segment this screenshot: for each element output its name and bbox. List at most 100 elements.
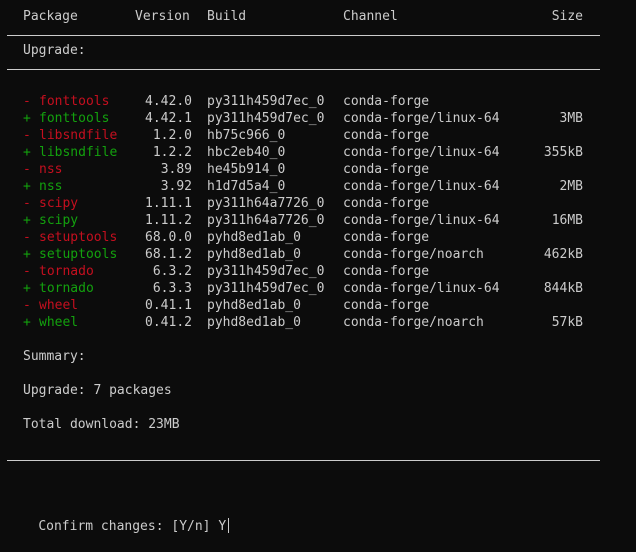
table-row: - libsndfile 1.2.0 hb75c966_0 conda-forge [0,127,636,144]
row-channel: conda-forge [343,264,430,279]
row-version: 1.2.0 [152,128,192,143]
summary-rule [7,460,600,461]
row-package-name: wheel [39,315,79,330]
row-size: 2MB [559,179,583,194]
row-build: py311h459d7ec_0 [207,281,325,296]
row-version: 6.3.3 [152,281,192,296]
row-build: py311h459d7ec_0 [207,94,325,109]
table-row: - nss 3.89 he45b914_0 conda-forge [0,161,636,178]
row-change-sign: + [23,281,31,296]
row-change-sign: - [23,128,31,143]
summary-upgrade: Upgrade: 7 packages [23,383,172,398]
row-package-name: libsndfile [39,145,118,160]
row-channel: conda-forge [343,230,430,245]
row-change-sign: + [23,145,31,160]
row-version: 1.11.2 [145,213,192,228]
confirm-prompt[interactable]: Confirm changes: [Y/n] Y [0,501,636,534]
row-change-sign: - [23,162,31,177]
row-channel: conda-forge [343,94,430,109]
row-channel: conda-forge/linux-64 [343,281,500,296]
row-size: 16MB [551,213,583,228]
row-channel: conda-forge/linux-64 [343,145,500,160]
row-package-name: fonttools [39,111,110,126]
row-size: 57kB [551,315,583,330]
row-size: 355kB [543,145,583,160]
row-size: 462kB [543,247,583,262]
row-package-name: setuptools [39,230,118,245]
table-row: + libsndfile 1.2.2 hbc2eb40_0 conda-forge/li… [0,144,636,161]
row-channel: conda-forge [343,162,430,177]
row-change-sign: + [23,111,31,126]
row-build: h1d7d5a4_0 [207,179,286,194]
row-package-name: scipy [39,196,79,211]
row-channel: conda-forge [343,196,430,211]
table-row: - tornado 6.3.2 py311h459d7ec_0 conda-forge [0,263,636,280]
row-package-name: setuptools [39,247,118,262]
row-build: hb75c966_0 [207,128,286,143]
row-version: 3.89 [160,162,192,177]
row-version: 4.42.1 [145,111,192,126]
row-channel: conda-forge/linux-64 [343,179,500,194]
row-package-name: libsndfile [39,128,118,143]
row-size: 844kB [543,281,583,296]
row-package-name: tornado [39,264,94,279]
row-change-sign: + [23,179,31,194]
row-package-name: scipy [39,213,79,228]
table-row: + scipy 1.11.2 py311h64a7726_0 conda-forge/l… [0,212,636,229]
header-package: Package [23,9,78,24]
table-row: + wheel 0.41.2 pyhd8ed1ab_0 conda-forge/noar… [0,314,636,331]
header-build: Build [207,9,247,24]
row-change-sign: + [23,315,31,330]
row-version: 1.2.2 [152,145,192,160]
section-rule [7,69,600,70]
row-version: 1.11.1 [145,196,192,211]
row-build: he45b914_0 [207,162,286,177]
row-channel: conda-forge [343,298,430,313]
row-package-name: nss [39,179,63,194]
row-package-name: tornado [39,281,94,296]
row-change-sign: - [23,94,31,109]
row-version: 0.41.2 [145,315,192,330]
row-channel: conda-forge/linux-64 [343,213,500,228]
table-row: + tornado 6.3.3 py311h459d7ec_0 conda-forge/… [0,280,636,297]
section-label: Upgrade: [23,43,86,58]
row-build: py311h64a7726_0 [207,196,325,211]
row-change-sign: - [23,230,31,245]
row-version: 6.3.2 [152,264,192,279]
row-package-name: nss [39,162,63,177]
row-size: 3MB [559,111,583,126]
header-rule [7,35,600,36]
text-cursor [228,518,230,533]
table-row: - fonttools 4.42.0 py311h459d7ec_0 conda-for… [0,93,636,110]
header-size: Size [551,9,583,24]
row-build: pyhd8ed1ab_0 [207,298,301,313]
row-change-sign: + [23,213,31,228]
table-row: - setuptools 68.0.0 pyhd8ed1ab_0 conda-forge [0,229,636,246]
row-version: 68.1.2 [145,247,192,262]
row-change-sign: - [23,264,31,279]
row-channel: conda-forge/noarch [343,315,484,330]
row-build: pyhd8ed1ab_0 [207,315,301,330]
row-version: 0.41.1 [145,298,192,313]
table-header: Package Version Build Channel Size [0,8,636,25]
row-change-sign: - [23,196,31,211]
header-version: Version [135,9,190,24]
prompt-text: Confirm changes: [Y/n] [38,519,219,534]
row-change-sign: + [23,247,31,262]
row-channel: conda-forge/linux-64 [343,111,500,126]
row-build: hbc2eb40_0 [207,145,286,160]
row-build: py311h459d7ec_0 [207,111,325,126]
table-row: - scipy 1.11.1 py311h64a7726_0 conda-forge [0,195,636,212]
row-version: 4.42.0 [145,94,192,109]
row-build: pyhd8ed1ab_0 [207,247,301,262]
row-build: py311h64a7726_0 [207,213,325,228]
table-row: - wheel 0.41.1 pyhd8ed1ab_0 conda-forge [0,297,636,314]
row-version: 3.92 [160,179,192,194]
row-build: pyhd8ed1ab_0 [207,230,301,245]
row-change-sign: - [23,298,31,313]
table-row: + fonttools 4.42.1 py311h459d7ec_0 conda-for… [0,110,636,127]
row-build: py311h459d7ec_0 [207,264,325,279]
header-channel: Channel [343,9,398,24]
table-row: + setuptools 68.1.2 pyhd8ed1ab_0 conda-forge… [0,246,636,263]
prompt-input[interactable]: Y [218,519,226,534]
